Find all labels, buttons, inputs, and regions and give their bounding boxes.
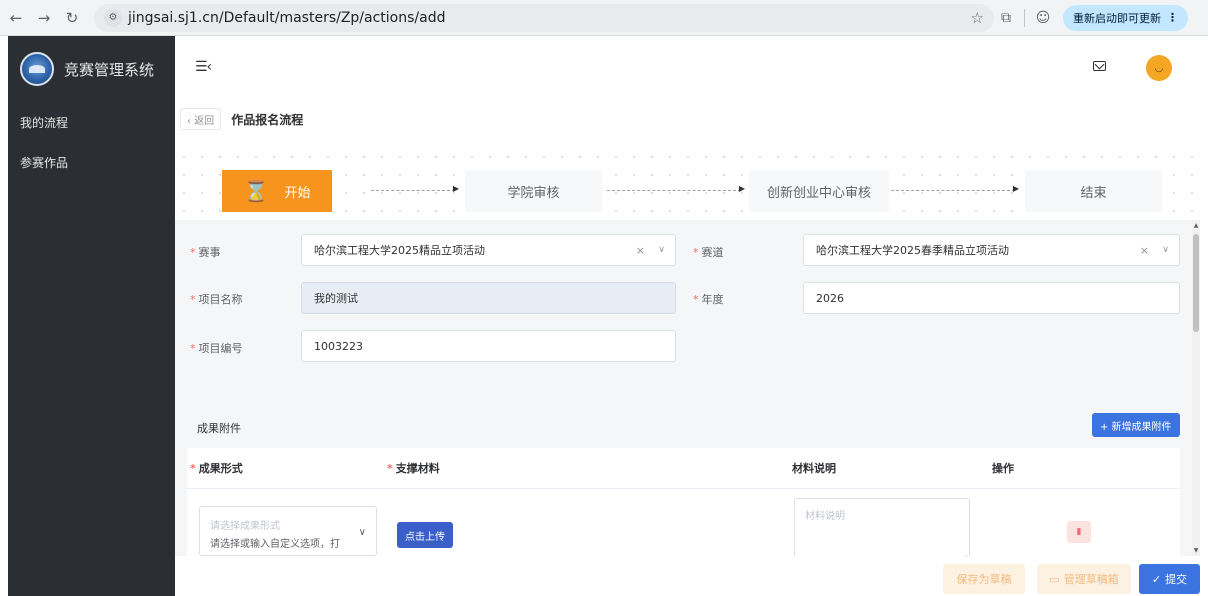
step-label: 学院审核	[507, 185, 560, 201]
upload-button[interactable]: 点击上传	[397, 522, 453, 548]
chevron-down-icon: ∨	[358, 527, 366, 538]
forward-arrow-icon[interactable]: →	[32, 6, 56, 30]
column-header: 操作	[992, 462, 1014, 475]
result-form-select[interactable]: 请选择成果形式 请选择或输入自定义选项，打 ∨	[199, 506, 377, 556]
sidebar: 竞赛管理系统 我的流程 参赛作品	[8, 36, 175, 596]
year-label: * 年度	[693, 293, 724, 306]
project-no-value: 1003223	[314, 339, 363, 353]
textarea-placeholder: 材料说明	[805, 511, 845, 522]
page-title: 作品报名流程	[231, 112, 304, 127]
step-label: 结束	[1080, 185, 1107, 201]
url-text: jingsai.sj1.cn/Default/masters/Zp/action…	[128, 9, 446, 26]
step-arrow	[891, 184, 1019, 193]
manage-drafts-button[interactable]: ▭ 管理草稿箱	[1037, 564, 1131, 594]
reload-icon[interactable]: ↻	[60, 6, 84, 30]
project-name-input[interactable]: 我的测试	[301, 282, 676, 314]
folder-icon: ▭	[1049, 572, 1060, 586]
extensions-icon[interactable]: ⧉	[994, 6, 1018, 30]
header-divider	[187, 488, 1180, 489]
bookmark-star-icon[interactable]: ☆	[971, 9, 984, 27]
column-header: * 成果形式	[190, 461, 243, 476]
column-header: 材料说明	[792, 462, 836, 475]
top-header: ☰‹	[175, 36, 1200, 98]
step-end: 结束	[1025, 170, 1162, 212]
check-icon: ✓	[1151, 572, 1162, 586]
project-no-label: * 项目编号	[190, 342, 243, 355]
vertical-scrollbar[interactable]: ▲ ▼	[1192, 220, 1200, 556]
save-draft-button[interactable]: 保存为草稿	[943, 564, 1025, 594]
step-label: 创新创业中心审核	[766, 185, 871, 201]
update-label: 重新启动即可更新	[1073, 11, 1161, 25]
update-button[interactable]: 重新启动即可更新 ⋮	[1063, 4, 1188, 31]
profile-icon[interactable]: ☺	[1031, 6, 1055, 30]
sidebar-item-entries[interactable]: 参赛作品	[8, 142, 175, 182]
event-select[interactable]: 哈尔滨工程大学2025精品立项活动 × ∨	[301, 234, 676, 266]
scroll-up-icon[interactable]: ▲	[1192, 222, 1200, 229]
sidebar-item-my-process[interactable]: 我的流程	[8, 102, 175, 142]
hourglass-icon: ⌛	[243, 179, 269, 203]
track-value: 哈尔滨工程大学2025春季精品立项活动	[816, 244, 1009, 257]
year-input[interactable]: 2026	[803, 282, 1180, 314]
chevron-down-icon: ∨	[658, 245, 665, 255]
brand: 竞赛管理系统	[8, 36, 175, 102]
app-title: 竞赛管理系统	[64, 60, 155, 79]
material-description-textarea[interactable]: 材料说明 ◢	[794, 498, 970, 556]
step-arrow	[607, 184, 745, 193]
browser-toolbar: ← → ↻ ⚙ jingsai.sj1.cn/Default/masters/Z…	[0, 0, 1208, 36]
step-innovation-review: 创新创业中心审核	[749, 170, 889, 212]
add-attachment-button[interactable]: + 新增成果附件	[1092, 413, 1180, 437]
university-logo	[20, 52, 54, 86]
step-label: 开始	[284, 185, 311, 201]
select-placeholder: 请选择成果形式	[210, 521, 280, 532]
column-header: * 支撑材料	[387, 461, 440, 476]
back-button[interactable]: ‹ 返回	[180, 108, 222, 130]
event-value: 哈尔滨工程大学2025精品立项活动	[314, 244, 485, 257]
chevron-down-icon: ∨	[1162, 245, 1169, 255]
delete-row-button[interactable]: ▮	[1067, 521, 1091, 543]
trash-icon: ▮	[1076, 527, 1082, 537]
form-footer: 保存为草稿 ▭ 管理草稿箱 ✓ 提交	[175, 556, 1200, 596]
manage-drafts-label: 管理草稿箱	[1063, 573, 1119, 586]
track-select[interactable]: 哈尔滨工程大学2025春季精品立项活动 × ∨	[803, 234, 1180, 266]
submit-button[interactable]: ✓ 提交	[1139, 564, 1200, 594]
project-name-label: * 项目名称	[190, 293, 243, 306]
attachments-title: 成果附件	[197, 422, 241, 435]
menu-collapse-icon[interactable]: ☰‹	[195, 59, 212, 75]
scroll-thumb[interactable]	[1193, 234, 1199, 332]
clear-icon[interactable]: ×	[636, 244, 645, 257]
attachments-table: * 成果形式 * 支撑材料 材料说明 操作 请选择成果形式 请选择或输入自定义选项，…	[187, 448, 1180, 556]
submit-label: 提交	[1165, 573, 1188, 586]
process-steps: ⌛ 开始 学院审核 创新创业中心审核 结束	[175, 148, 1200, 220]
sidebar-item-label: 我的流程	[20, 115, 69, 130]
project-name-value: 我的测试	[314, 292, 358, 305]
breadcrumb: ‹ 返回 作品报名流程	[180, 108, 303, 130]
address-bar[interactable]: ⚙ jingsai.sj1.cn/Default/masters/Zp/acti…	[94, 3, 994, 32]
toolbar-divider	[1024, 8, 1025, 27]
year-value: 2026	[816, 291, 844, 305]
step-arrow	[371, 184, 459, 193]
clear-icon[interactable]: ×	[1140, 244, 1149, 257]
main-content: ☰‹ ◡ ‹ 返回 作品报名流程 ⌛ 开始 学院审核 创新创业中心审核 结束 *…	[175, 36, 1200, 596]
select-hint: 请选择或输入自定义选项，打	[210, 539, 340, 550]
scroll-down-icon[interactable]: ▼	[1192, 547, 1200, 554]
track-label: * 赛道	[693, 246, 724, 259]
menu-dots-icon: ⋮	[1167, 11, 1178, 24]
project-no-input[interactable]: 1003223	[301, 330, 676, 362]
sidebar-item-label: 参赛作品	[20, 155, 69, 170]
form-area: * 赛事 哈尔滨工程大学2025精品立项活动 × ∨ * 赛道 哈尔滨工程大学202…	[175, 220, 1192, 556]
step-start: ⌛ 开始	[222, 170, 332, 212]
mail-icon[interactable]	[1093, 61, 1106, 71]
avatar[interactable]: ◡	[1146, 55, 1172, 81]
site-info-icon[interactable]: ⚙	[104, 8, 122, 27]
event-label: * 赛事	[190, 246, 221, 259]
back-arrow-icon[interactable]: ←	[4, 6, 28, 30]
step-college-review: 学院审核	[465, 170, 602, 212]
